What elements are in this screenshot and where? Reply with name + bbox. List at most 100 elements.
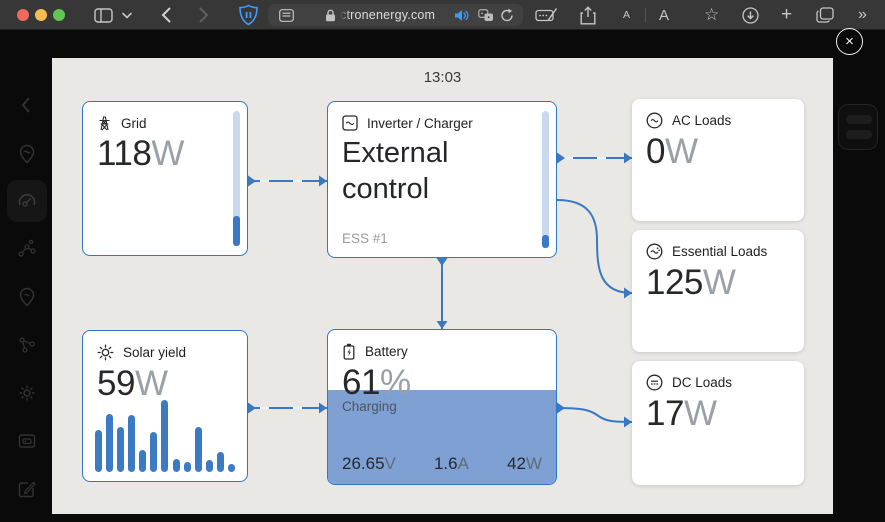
translate-icon[interactable] — [478, 4, 494, 26]
essential-loads-card[interactable]: Essential Loads 125W — [632, 230, 804, 352]
inverter-label: Inverter / Charger — [367, 116, 473, 131]
chevron-down-icon[interactable] — [122, 0, 132, 30]
overview-time: 13:03 — [52, 69, 833, 86]
toolbar-divider — [645, 8, 646, 22]
reader-icon[interactable] — [279, 4, 294, 26]
essential-loads-unit: W — [703, 263, 736, 302]
window-zoom-light[interactable] — [53, 9, 65, 21]
vrm-page-background: × 13:03 — [0, 30, 885, 522]
address-bar[interactable]: ctronenergy.com — [268, 4, 523, 26]
tab-overview-icon[interactable] — [816, 0, 834, 30]
inverter-mode: External control — [328, 131, 556, 207]
sidebar-connections-icon[interactable] — [16, 238, 38, 260]
battery-card[interactable]: Charging Battery 61% 26.65V 1.6A 42W — [327, 329, 557, 485]
dim-widget-settings-button[interactable] — [838, 104, 878, 150]
browser-toolbar: ctronenergy.com A A ☆ + » — [0, 0, 885, 30]
sidebar-remote-console-icon[interactable] — [16, 430, 38, 452]
close-overlay-button[interactable]: × — [836, 28, 863, 55]
inverter-scrollbar[interactable] — [542, 111, 549, 248]
solar-bar — [195, 427, 202, 472]
battery-soc-value: 61 — [342, 363, 380, 402]
flow-inverter-to-essential-loads — [557, 200, 632, 293]
ac-loads-unit: W — [665, 132, 698, 171]
solar-bar — [95, 430, 102, 472]
screen: ctronenergy.com A A ☆ + » — [0, 0, 885, 522]
battery-voltage: 26.65V — [342, 454, 396, 474]
solar-bar — [206, 460, 213, 472]
battery-power: 42W — [507, 454, 542, 474]
reload-icon[interactable] — [500, 4, 514, 26]
solar-bar — [184, 462, 191, 472]
grid-label: Grid — [121, 116, 147, 131]
solar-bar — [106, 414, 113, 472]
sidebar-map-pin-icon[interactable] — [16, 286, 38, 308]
solar-bar — [150, 432, 157, 472]
battery-soc-unit: % — [380, 363, 411, 402]
sidebar-location-icon[interactable] — [16, 143, 38, 165]
share-icon[interactable] — [580, 0, 596, 30]
inverter-scrollbar-thumb[interactable] — [542, 235, 549, 248]
solar-label: Solar yield — [123, 345, 186, 360]
dc-loads-unit: W — [684, 394, 717, 433]
sidebar-devices-tree-icon[interactable] — [16, 334, 38, 356]
inverter-sub-label: ESS #1 — [342, 231, 388, 246]
grid-value: 118 — [97, 134, 151, 173]
solar-bar — [117, 427, 124, 472]
grid-scrollbar[interactable] — [233, 111, 240, 246]
dim-toggle-pill — [846, 115, 872, 124]
battery-label: Battery — [365, 344, 408, 359]
solar-bar — [161, 400, 168, 472]
essential-loads-icon — [646, 243, 663, 260]
grid-scrollbar-thumb[interactable] — [233, 216, 240, 246]
inverter-icon — [342, 115, 358, 131]
bookmark-star-icon[interactable]: ☆ — [704, 0, 719, 30]
essential-loads-value: 125 — [646, 263, 703, 302]
ac-loads-value: 0 — [646, 132, 665, 171]
flow-battery-to-dc-loads — [557, 408, 632, 422]
solar-bar — [217, 452, 224, 472]
grid-unit: W — [151, 134, 184, 173]
new-tab-button[interactable]: + — [781, 0, 792, 30]
sidebar-edit-icon[interactable] — [16, 478, 38, 500]
solar-bar — [228, 464, 235, 472]
battery-current: 1.6A — [434, 454, 469, 474]
battery-icon — [342, 343, 356, 360]
url-text[interactable]: ctronenergy.com — [340, 4, 435, 26]
lock-icon — [325, 4, 336, 26]
markup-icon[interactable] — [535, 0, 558, 30]
ac-loads-icon — [646, 112, 663, 129]
back-button-icon[interactable] — [161, 0, 171, 30]
ac-loads-label: AC Loads — [672, 113, 731, 128]
battery-stats-row: 26.65V 1.6A 42W — [342, 454, 542, 474]
forward-button-icon[interactable] — [199, 0, 209, 30]
grid-pylon-icon — [97, 115, 112, 131]
sidebar-back-icon[interactable] — [16, 94, 38, 116]
sidebar-dashboard-icon[interactable] — [16, 190, 38, 212]
downloads-icon[interactable] — [742, 0, 759, 30]
solar-yield-card[interactable]: Solar yield 59W — [82, 330, 248, 482]
sidebar-settings-gear-icon[interactable] — [16, 382, 38, 404]
solar-bar — [173, 459, 180, 472]
essential-loads-label: Essential Loads — [672, 244, 767, 259]
dim-toggle-pill — [846, 130, 872, 139]
solar-bar — [128, 415, 135, 472]
more-toolbar-items-chevron[interactable]: » — [858, 0, 867, 30]
decrease-text-size-button[interactable]: A — [623, 0, 630, 30]
window-minimize-light[interactable] — [35, 9, 47, 21]
dc-loads-value: 17 — [646, 394, 684, 433]
sidebar-toggle-icon[interactable] — [94, 0, 113, 30]
window-close-light[interactable] — [17, 9, 29, 21]
system-overview-panel: 13:03 — [52, 58, 833, 514]
solar-sun-icon — [97, 344, 114, 361]
dc-loads-label: DC Loads — [672, 375, 732, 390]
solar-bar-chart — [95, 394, 235, 472]
dc-loads-icon — [646, 374, 663, 391]
grid-card[interactable]: Grid 118W — [82, 101, 248, 256]
ac-loads-card[interactable]: AC Loads 0W — [632, 99, 804, 221]
dc-loads-card[interactable]: DC Loads 17W — [632, 361, 804, 485]
inverter-charger-card[interactable]: Inverter / Charger External control ESS … — [327, 101, 557, 258]
solar-bar — [139, 450, 146, 472]
increase-text-size-button[interactable]: A — [659, 0, 669, 30]
audio-playing-icon[interactable] — [454, 4, 469, 26]
content-blocker-shield-icon[interactable] — [238, 0, 259, 30]
